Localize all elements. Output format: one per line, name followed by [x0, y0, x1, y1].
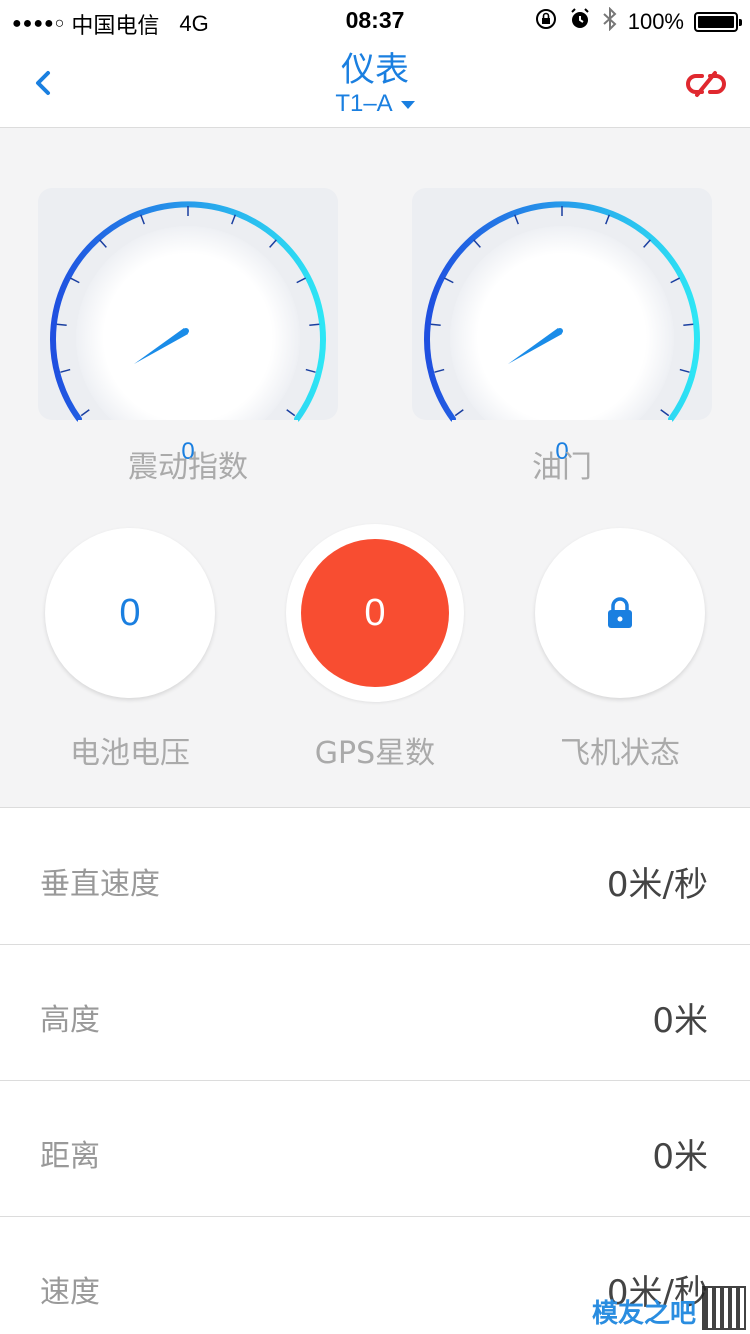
stat-label: 垂直速度 — [40, 867, 160, 902]
battery-icon — [694, 12, 742, 32]
status-right: 100% — [534, 6, 742, 37]
stat-value: 0米/秒 — [606, 865, 708, 905]
status-bar: ●●●●○ 中国电信 4G 08:37 100% — [0, 0, 750, 40]
gauge-tick — [683, 323, 694, 326]
nav-bar: 仪表 T1–A — [0, 40, 750, 128]
indicator-label: 飞机状态 — [560, 736, 680, 771]
throttle-gauge: 0 — [412, 188, 712, 488]
alarm-icon — [568, 7, 592, 37]
rotation-lock-icon — [534, 7, 558, 37]
gauge-label: 震动指数 — [128, 450, 248, 485]
indicator-label: 电池电压 — [70, 736, 190, 771]
indicator-value: 0 — [364, 591, 386, 634]
watermark-text: 模友之吧 — [591, 1299, 696, 1329]
page-title: 仪表 — [341, 50, 409, 90]
list-item: 垂直速度 0米/秒 — [0, 809, 750, 945]
instrument-panel: 0 震动指数 0 油门 0 电池电压 0 GPS星数 飞机状态 — [0, 128, 750, 808]
aircraft-status-indicator[interactable] — [535, 528, 705, 698]
bluetooth-icon — [602, 6, 618, 37]
battery-percent: 100% — [627, 9, 684, 34]
qr-code-icon — [702, 1286, 746, 1330]
gps-satellites-indicator[interactable]: 0 — [286, 524, 464, 702]
gauge-tick — [430, 323, 441, 326]
indicator-label: GPS星数 — [314, 736, 436, 771]
unlink-icon — [686, 71, 726, 97]
stat-value: 0米 — [652, 1001, 708, 1041]
device-selector[interactable]: T1–A — [0, 90, 750, 118]
device-name: T1–A — [335, 90, 393, 117]
stat-label: 距离 — [40, 1139, 100, 1174]
stat-value: 0米 — [652, 1137, 708, 1177]
gauge-tick — [56, 323, 67, 326]
stat-label: 速度 — [40, 1275, 100, 1310]
disconnect-button[interactable] — [684, 62, 728, 106]
gauge-label: 油门 — [532, 450, 592, 485]
caret-down-icon — [400, 100, 415, 109]
stat-label: 高度 — [40, 1003, 100, 1038]
list-item: 高度 0米 — [0, 945, 750, 1081]
battery-voltage-indicator[interactable]: 0 — [45, 528, 215, 698]
gauge-tick — [309, 323, 320, 326]
lock-icon — [608, 597, 632, 628]
list-item: 距离 0米 — [0, 1081, 750, 1217]
watermark: 模友之吧 — [592, 1286, 746, 1330]
vibration-gauge: 0 — [38, 188, 338, 488]
indicator-value: 0 — [119, 591, 141, 634]
